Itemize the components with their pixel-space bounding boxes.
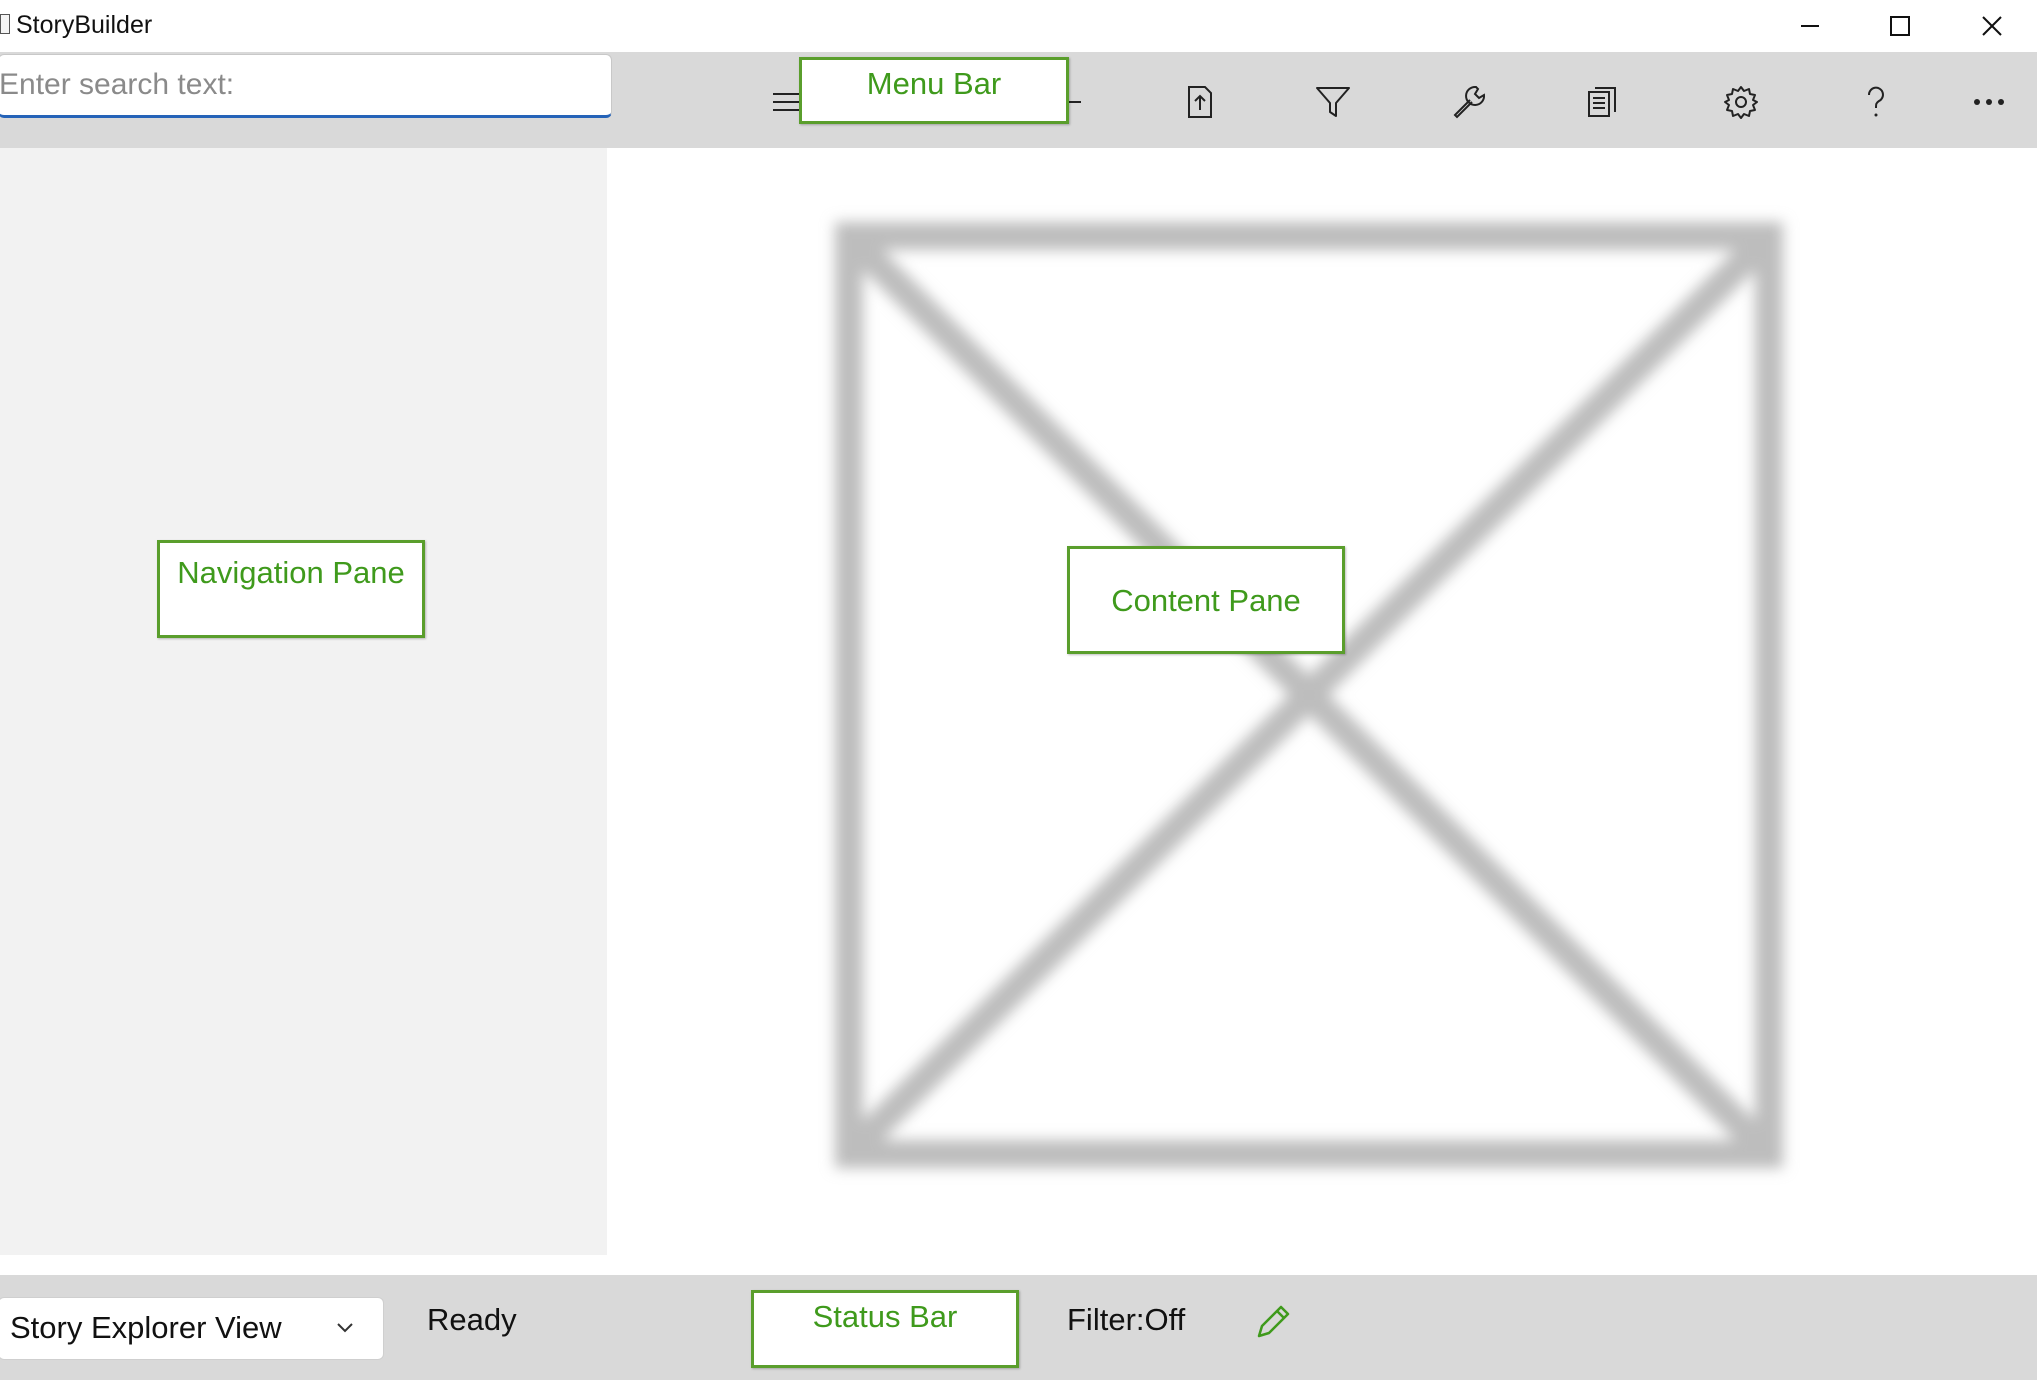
minimize-icon (1801, 25, 1819, 27)
move-icon (1188, 86, 1212, 118)
edit-button[interactable] (1253, 1302, 1293, 1347)
search-input[interactable] (0, 54, 612, 118)
settings-button[interactable] (1719, 80, 1763, 124)
maximize-button[interactable] (1855, 0, 1945, 52)
reports-icon (1588, 87, 1616, 117)
window-title: StoryBuilder (16, 11, 153, 39)
image-placeholder (835, 222, 1783, 1168)
minimize-button[interactable] (1765, 0, 1855, 52)
more-button[interactable] (1967, 80, 2011, 124)
navigation-pane-callout: Navigation Pane (157, 540, 425, 638)
menu-bar-callout: Menu Bar (799, 57, 1069, 124)
chevron-down-icon (334, 1316, 356, 1343)
filter-icon (1316, 87, 1350, 117)
filter-status: Filter:Off (1067, 1302, 1186, 1337)
status-text: Ready (427, 1302, 517, 1337)
reports-button[interactable] (1581, 80, 1625, 124)
content-pane (607, 148, 2037, 1275)
tools-icon (1453, 85, 1486, 119)
title-bar (0, 0, 2037, 52)
tools-button[interactable] (1447, 80, 1491, 124)
move-button[interactable] (1177, 80, 1221, 124)
pencil-icon (1257, 1305, 1290, 1338)
close-icon (1982, 16, 2002, 36)
help-button[interactable] (1854, 80, 1898, 124)
status-bar-callout: Status Bar (751, 1290, 1019, 1368)
settings-icon (1724, 86, 1758, 119)
view-selector-value: Story Explorer View (10, 1310, 282, 1345)
app-icon (0, 14, 10, 34)
help-icon (1867, 86, 1884, 117)
content-pane-callout: Content Pane (1067, 546, 1345, 654)
filter-button[interactable] (1311, 80, 1355, 124)
close-button[interactable] (1947, 0, 2037, 52)
menu-icon (773, 93, 799, 111)
more-icon (1974, 99, 2004, 105)
maximize-icon (1890, 16, 1910, 36)
navigation-pane (0, 148, 607, 1255)
